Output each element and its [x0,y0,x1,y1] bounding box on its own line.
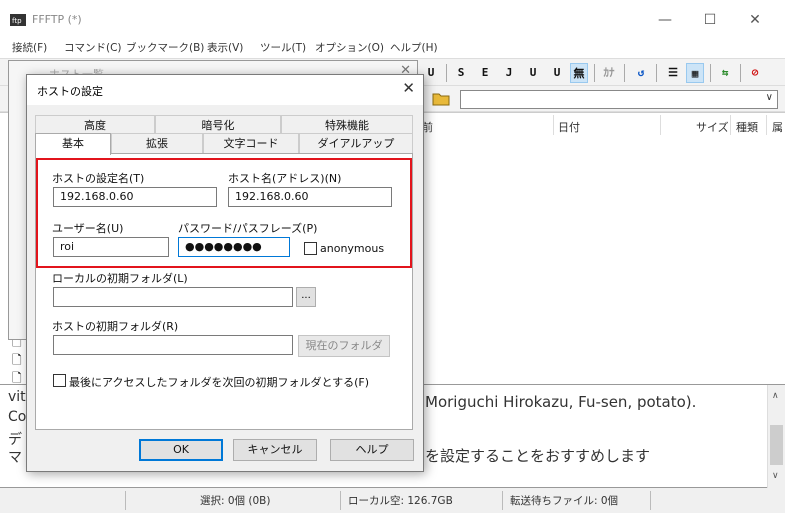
local-folder-label: ローカルの初期フォルダ(L) [52,272,188,285]
status-queue: 転送待ちファイル: 0個 [510,495,619,507]
host-folder-label: ホストの初期フォルダ(R) [52,320,179,333]
status-selected: 選択: 0個 (0B) [200,495,271,507]
utf8-bom-button[interactable]: U [548,63,566,83]
tab-encryption[interactable]: 暗号化 [155,115,281,135]
detail-view-button[interactable]: ▦ [686,63,704,83]
no-convert-button[interactable]: 無 [570,63,588,83]
scroll-down-icon[interactable]: ∨ [772,471,779,481]
tab-charset[interactable]: 文字コード [203,133,299,153]
column-divider[interactable] [730,115,731,135]
host-folder-input[interactable] [53,335,293,355]
cancel-button[interactable]: キャンセル [233,439,317,461]
remote-path-combobox[interactable]: ∨ [460,90,778,109]
kana-button[interactable]: ｶﾅ [600,63,618,83]
host-name-label: ホスト名(アドレス)(N) [228,172,342,185]
column-size[interactable]: サイズ [696,119,729,135]
column-divider[interactable] [766,115,767,135]
dialog-close-button[interactable]: ✕ [402,79,415,97]
status-bar: 選択: 0個 (0B) ローカル空: 126.7GB 転送待ちファイル: 0個 [0,488,785,513]
log-line-left: デ [8,432,22,448]
log-line-left: マ [8,450,22,466]
menu-tools[interactable]: ツール(T) [260,40,306,55]
menu-help[interactable]: ヘルプ(H) [390,40,438,55]
column-divider[interactable] [660,115,661,135]
scroll-up-icon[interactable]: ∧ [772,391,779,401]
toolbar-separator [594,64,595,82]
upload-sync-button[interactable]: U [422,63,440,83]
menu-command[interactable]: コマンド(C) [64,40,122,55]
browse-button[interactable]: ... [296,287,316,307]
password-label: パスワード/パスフレーズ(P) [178,222,318,235]
menu-options[interactable]: オプション(O) [315,40,384,55]
current-folder-button[interactable]: 現在のフォルダ [298,335,390,357]
ok-button[interactable]: OK [139,439,223,461]
tab-dialup[interactable]: ダイアルアップ [299,133,413,153]
host-settings-dialog: ホストの設定 ✕ 高度 暗号化 特殊機能 基本 拡張 文字コード ダイアルアップ… [26,74,424,472]
anonymous-checkbox[interactable] [304,242,317,255]
menu-view[interactable]: 表示(V) [207,40,243,55]
scrollbar-thumb[interactable] [770,425,783,465]
toolbar-separator [656,64,657,82]
column-type[interactable]: 種類 [736,119,758,135]
toolbar-separator [624,64,625,82]
list-view-button[interactable]: ☰ [664,63,682,83]
window-title: FFFTP (*) [32,13,82,26]
tab-row-front: 基本 拡張 文字コード ダイアルアップ [35,133,413,155]
maximize-button[interactable]: ☐ [690,8,730,32]
menu-connect[interactable]: 接続(F) [12,40,47,55]
dialog-titlebar: ホストの設定 ✕ [27,75,423,105]
log-line: を設定することをおすすめします [425,447,651,465]
column-divider[interactable] [553,115,554,135]
last-folder-checkbox[interactable] [53,374,66,387]
ffftp-app-icon: ftp [10,14,26,26]
dialog-title: ホストの設定 [37,85,103,98]
tab-special[interactable]: 特殊機能 [281,115,413,135]
refresh-button[interactable]: ↺ [632,63,650,83]
host-name-input[interactable]: 192.168.0.60 [228,187,392,207]
column-date[interactable]: 日付 [558,119,580,135]
column-attr[interactable]: 属 [772,119,783,135]
password-input[interactable]: ●●●●●●●● [178,237,290,257]
local-folder-input[interactable] [53,287,293,307]
euc-button[interactable]: E [476,63,494,83]
help-button[interactable]: ヘルプ [330,439,414,461]
tab-row-back: 高度 暗号化 特殊機能 [35,115,413,135]
svg-text:ftp: ftp [12,17,22,25]
toolbar-separator [446,64,447,82]
utf8-button[interactable]: U [524,63,542,83]
menu-bookmark[interactable]: ブックマーク(B) [126,40,204,55]
user-name-label: ユーザー名(U) [52,222,124,235]
log-line: Moriguchi Hirokazu, Fu-sen, potato). [425,393,697,411]
tab-basic[interactable]: 基本 [35,133,111,155]
user-name-input[interactable]: roi [53,237,169,257]
stop-button[interactable]: ⊘ [746,63,764,83]
status-divider [502,491,503,510]
minimize-button[interactable]: — [645,8,685,32]
sjis-button[interactable]: S [452,63,470,83]
tab-advanced[interactable]: 高度 [35,115,155,135]
open-folder-icon[interactable] [432,91,450,106]
toolbar-separator [740,64,741,82]
tab-extended[interactable]: 拡張 [111,133,203,153]
status-divider [650,491,651,510]
main-titlebar: ftp FFFTP (*) — ☐ ✕ [0,0,785,38]
status-local-free: ローカル空: 126.7GB [348,495,453,507]
anonymous-label[interactable]: anonymous [320,242,384,255]
host-setting-name-input[interactable]: 192.168.0.60 [53,187,217,207]
host-setting-name-label: ホストの設定名(T) [52,172,145,185]
jis-button[interactable]: J [500,63,518,83]
log-scrollbar[interactable]: ∧ ∨ [767,385,785,489]
chevron-down-icon[interactable]: ∨ [766,92,773,103]
close-window-button[interactable]: ✕ [735,8,775,32]
last-folder-label[interactable]: 最後にアクセスしたフォルダを次回の初期フォルダとする(F) [69,374,369,390]
status-divider [340,491,341,510]
log-line-left: Co [8,409,27,425]
menubar: 接続(F) コマンド(C) ブックマーク(B) 表示(V) ツール(T) オプシ… [0,38,785,56]
toolbar-separator [710,64,711,82]
status-divider [125,491,126,510]
sync-button[interactable]: ⇆ [716,63,734,83]
basic-tab-panel: ホストの設定名(T) 192.168.0.60 ホスト名(アドレス)(N) 19… [35,153,413,430]
